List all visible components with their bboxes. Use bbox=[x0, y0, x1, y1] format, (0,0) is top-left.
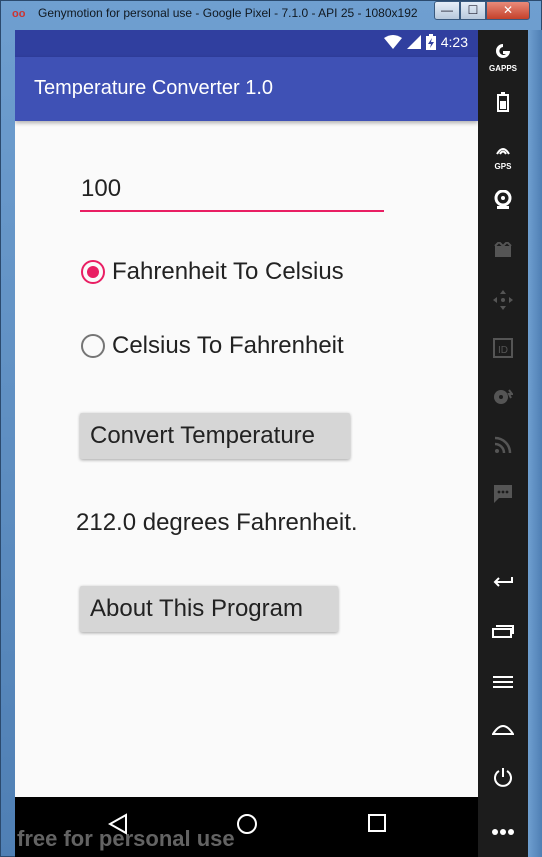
window-right-border bbox=[528, 30, 542, 857]
conversion-result: 212.0 degrees Fahrenheit. bbox=[76, 509, 358, 536]
status-time: 4:23 bbox=[440, 34, 468, 50]
android-screen: 4:23 Temperature Converter 1.0 100 Fahre… bbox=[15, 30, 478, 797]
home-icon bbox=[491, 725, 515, 735]
svg-text:ID: ID bbox=[498, 345, 508, 356]
temperature-input[interactable]: 100 bbox=[80, 170, 384, 212]
radio-button-checked[interactable] bbox=[81, 260, 105, 284]
move-icon bbox=[493, 290, 513, 310]
network-icon[interactable] bbox=[478, 436, 528, 470]
recent-apps-icon[interactable] bbox=[478, 622, 528, 656]
gps-icon[interactable]: GPS bbox=[478, 140, 528, 174]
id-icon[interactable]: ID bbox=[478, 338, 528, 372]
battery-icon bbox=[497, 92, 509, 112]
power-icon[interactable] bbox=[478, 767, 528, 801]
nav-home-icon[interactable] bbox=[236, 813, 258, 835]
genymotion-toolbar: GAPPS GPS ID bbox=[478, 30, 528, 857]
radio-button-unchecked[interactable] bbox=[81, 334, 105, 358]
tool-label: GPS bbox=[494, 162, 512, 171]
more-icon bbox=[492, 829, 514, 835]
webcam-icon bbox=[494, 189, 512, 209]
back-icon bbox=[493, 577, 513, 587]
close-button[interactable]: ✕ bbox=[486, 1, 530, 20]
more-icon[interactable] bbox=[478, 820, 528, 854]
disk-icon bbox=[494, 389, 514, 404]
app-bar: Temperature Converter 1.0 bbox=[15, 57, 478, 121]
maximize-button[interactable]: ☐ bbox=[460, 1, 486, 20]
wifi-icon bbox=[383, 35, 402, 49]
sms-icon bbox=[494, 485, 512, 503]
android-status-bar: 4:23 bbox=[15, 30, 478, 57]
disk-icon[interactable] bbox=[478, 388, 528, 422]
radio-label: Fahrenheit To Celsius bbox=[112, 258, 344, 285]
sms-icon[interactable] bbox=[478, 484, 528, 518]
home-icon[interactable] bbox=[478, 720, 528, 754]
gapps-icon[interactable]: GAPPS bbox=[478, 42, 528, 76]
move-icon[interactable] bbox=[478, 290, 528, 324]
watermark: free for personal use bbox=[17, 826, 235, 851]
menu-icon bbox=[493, 676, 513, 688]
window-title: Genymotion for personal use - Google Pix… bbox=[38, 6, 418, 20]
recent-apps-icon bbox=[492, 625, 514, 638]
convert-temperature-button[interactable]: Convert Temperature bbox=[80, 413, 350, 459]
radio-fahrenheit-to-celsius[interactable]: Fahrenheit To Celsius bbox=[81, 257, 344, 287]
power-icon bbox=[494, 768, 512, 787]
tool-label: GAPPS bbox=[488, 64, 517, 73]
screencast-icon bbox=[494, 240, 512, 257]
cell-signal-icon bbox=[406, 35, 421, 49]
radio-label: Celsius To Fahrenheit bbox=[112, 332, 344, 359]
menu-icon[interactable] bbox=[478, 673, 528, 707]
about-program-button[interactable]: About This Program bbox=[80, 586, 338, 632]
webcam-icon[interactable] bbox=[478, 189, 528, 224]
gapps-icon bbox=[496, 44, 510, 58]
back-icon[interactable] bbox=[478, 573, 528, 607]
window-titlebar[interactable]: oo Genymotion for personal use - Google … bbox=[0, 0, 542, 30]
id-icon: ID bbox=[493, 338, 513, 358]
genymotion-logo-icon: oo bbox=[12, 8, 26, 20]
battery-icon[interactable] bbox=[478, 92, 528, 126]
network-icon bbox=[494, 436, 512, 454]
battery-charging-icon bbox=[425, 34, 436, 50]
nav-recents-icon[interactable] bbox=[367, 813, 387, 833]
radio-celsius-to-fahrenheit[interactable]: Celsius To Fahrenheit bbox=[81, 331, 344, 361]
screencast-icon[interactable] bbox=[478, 240, 528, 276]
gps-icon bbox=[496, 148, 510, 155]
app-title: Temperature Converter 1.0 bbox=[34, 77, 274, 99]
minimize-button[interactable]: — bbox=[434, 1, 460, 20]
